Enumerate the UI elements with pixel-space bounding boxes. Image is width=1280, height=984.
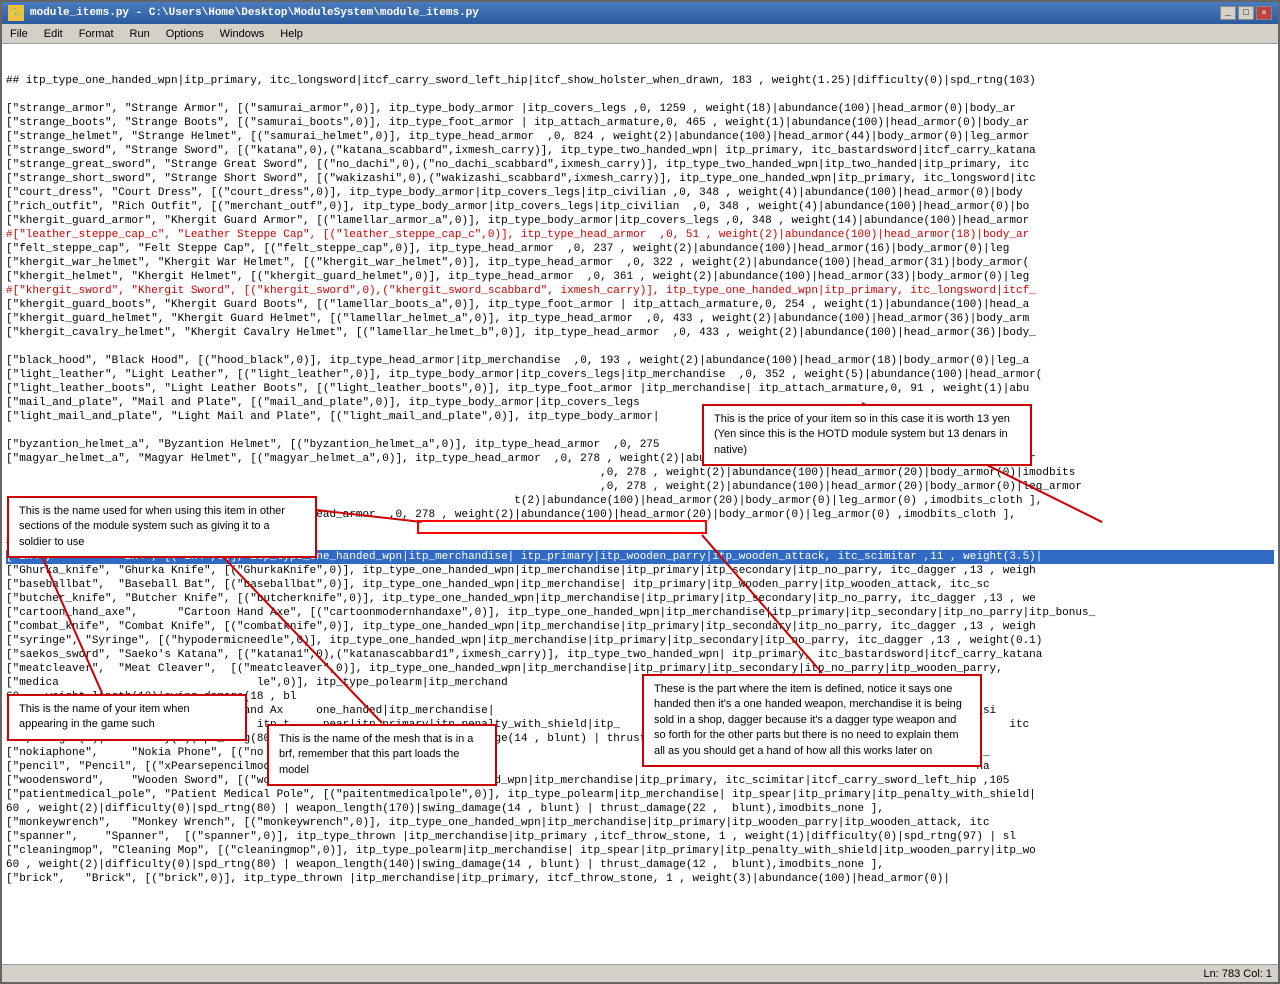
main-window: 🐍 module_items.py - C:\Users\Home\Deskto… xyxy=(0,0,1280,984)
code-line: ["meatcleaver", "Meat Cleaver", [("meatc… xyxy=(6,662,1274,676)
code-line: ["mail_and_plate", "Mail and Plate", [("… xyxy=(6,396,1274,410)
code-line: ["magyar_helmet_a", "Magyar Helmet", [("… xyxy=(6,452,1274,466)
code-line: ["rich_outfit", "Rich Outfit", [("mercha… xyxy=(6,200,1274,214)
code-line: ["byzantion_helmet_a", "Byzantion Helmet… xyxy=(6,438,1274,452)
menu-bar: File Edit Format Run Options Windows Hel… xyxy=(2,24,1278,44)
code-line: ["court_dress", "Court Dress", [("court_… xyxy=(6,186,1274,200)
window-title: module_items.py - C:\Users\Home\Desktop\… xyxy=(30,7,479,19)
code-line: 60 , weight(2)|difficulty(0)|spd_rtng(80… xyxy=(6,858,1274,872)
code-line: ["strange_great_sword", "Strange Great S… xyxy=(6,158,1274,172)
code-line: ["syringe", "Syringe", [("hypodermicneed… xyxy=(6,634,1274,648)
code-line: ["strange_short_sword", "Strange Short S… xyxy=(6,172,1274,186)
code-line: ["khergit_guard_boots", "Khergit Guard B… xyxy=(6,298,1274,312)
code-line: ,0, 278 , weight(2)|abundance(100)|head_… xyxy=(6,466,1274,480)
code-line: ["baseballbat", "Baseball Bat", [("baseb… xyxy=(6,578,1274,592)
title-bar: 🐍 module_items.py - C:\Users\Home\Deskto… xyxy=(2,2,1278,24)
code-line: ["monkeywrench", "Monkey Wrench", [("mon… xyxy=(6,816,1274,830)
code-line: #["leather_steppe_cap_c", "Leather Stepp… xyxy=(6,228,1274,242)
annotation-1: This is the name used for when using thi… xyxy=(7,496,317,558)
code-line: ["nokiaphone", "Nokia Phone", [("no d_ xyxy=(6,746,1274,760)
menu-file[interactable]: File xyxy=(2,26,36,42)
menu-edit[interactable]: Edit xyxy=(36,26,71,42)
code-line xyxy=(6,340,1274,354)
maximize-button[interactable]: □ xyxy=(1238,6,1254,20)
editor-container: ## itp_type_one_handed_wpn|itp_primary, … xyxy=(2,44,1278,964)
close-button[interactable]: ✕ xyxy=(1256,6,1272,20)
status-bar: Ln: 783 Col: 1 xyxy=(2,964,1278,982)
code-line: ["felt_steppe_cap", "Felt Steppe Cap", [… xyxy=(6,242,1274,256)
menu-help[interactable]: Help xyxy=(272,26,311,42)
code-line: ["pencil", "Pencil", [("xPearsepencilmod… xyxy=(6,760,1274,774)
menu-run[interactable]: Run xyxy=(122,26,158,42)
code-line: ["cartoon_hand_axe", "Cartoon Hand Axe",… xyxy=(6,606,1274,620)
annotation-2: This is the name of your item when appea… xyxy=(7,694,247,741)
code-line: ["light_leather_boots", "Light Leather B… xyxy=(6,382,1274,396)
code-line: ["khergit_cavalry_helmet", "Khergit Cava… xyxy=(6,326,1274,340)
code-line: ["brick", "Brick", [("brick",0)], itp_ty… xyxy=(6,872,1274,886)
code-line: ["khergit_guard_armor", "Khergit Guard A… xyxy=(6,214,1274,228)
code-line: ["medica le",0)], itp_type_polearm|itp_m… xyxy=(6,676,1274,690)
code-line xyxy=(6,88,1274,102)
code-line: ["strange_helmet", "Strange Helmet", [("… xyxy=(6,130,1274,144)
code-line: ["cleaningmop", "Cleaning Mop", [("clean… xyxy=(6,844,1274,858)
code-line xyxy=(6,424,1274,438)
code-line: 60 , weight(2)|difficulty(0)|spd_rtng(80… xyxy=(6,802,1274,816)
code-line: ["light_leather", "Light Leather", [("li… xyxy=(6,368,1274,382)
menu-format[interactable]: Format xyxy=(71,26,122,42)
code-line: ["khergit_guard_helmet", "Khergit Guard … xyxy=(6,312,1274,326)
code-line: ["strange_boots", "Strange Boots", [("sa… xyxy=(6,116,1274,130)
status-text: Ln: 783 Col: 1 xyxy=(1204,968,1273,980)
code-line: ["woodensword", "Wooden Sword", [("woode… xyxy=(6,774,1274,788)
code-line: ["black_hood", "Black Hood", [("hood_bla… xyxy=(6,354,1274,368)
code-line: #["khergit_sword", "Khergit Sword", [("k… xyxy=(6,284,1274,298)
code-line: ## itp_type_one_handed_wpn|itp_primary, … xyxy=(6,74,1274,88)
code-line: ["patientmedical_pole", "Patient Medical… xyxy=(6,788,1274,802)
annotation-0: This is the price of your item so in thi… xyxy=(702,404,1032,466)
app-icon: 🐍 xyxy=(8,5,24,21)
code-line: ["Ghurka_knife", "Ghurka Knife", [("Ghur… xyxy=(6,564,1274,578)
annotation-3: This is the name of the mesh that is in … xyxy=(267,724,497,786)
code-line: ["saekos_sword", "Saeko's Katana", [("ka… xyxy=(6,648,1274,662)
code-line: ["khergit_helmet", "Khergit Helmet", [("… xyxy=(6,270,1274,284)
title-bar-controls[interactable]: _ □ ✕ xyxy=(1220,6,1272,20)
code-line: ["strange_sword", "Strange Sword", [("ka… xyxy=(6,144,1274,158)
code-line: ["butcher_knife", "Butcher Knife", [("bu… xyxy=(6,592,1274,606)
code-line: ,0, 278 , weight(2)|abundance(100)|head_… xyxy=(6,480,1274,494)
code-line: ["light_mail_and_plate", "Light Mail and… xyxy=(6,410,1274,424)
code-line: ["combat_knife", "Combat Knife", [("comb… xyxy=(6,620,1274,634)
code-line: ["spanner", "Spanner", [("spanner",0)], … xyxy=(6,830,1274,844)
code-line: ["strange_armor", "Strange Armor", [("sa… xyxy=(6,102,1274,116)
title-bar-left: 🐍 module_items.py - C:\Users\Home\Deskto… xyxy=(8,5,479,21)
menu-windows[interactable]: Windows xyxy=(212,26,273,42)
menu-options[interactable]: Options xyxy=(158,26,212,42)
code-line: ["khergit_war_helmet", "Khergit War Helm… xyxy=(6,256,1274,270)
annotation-4: These is the part where the item is defi… xyxy=(642,674,982,767)
minimize-button[interactable]: _ xyxy=(1220,6,1236,20)
